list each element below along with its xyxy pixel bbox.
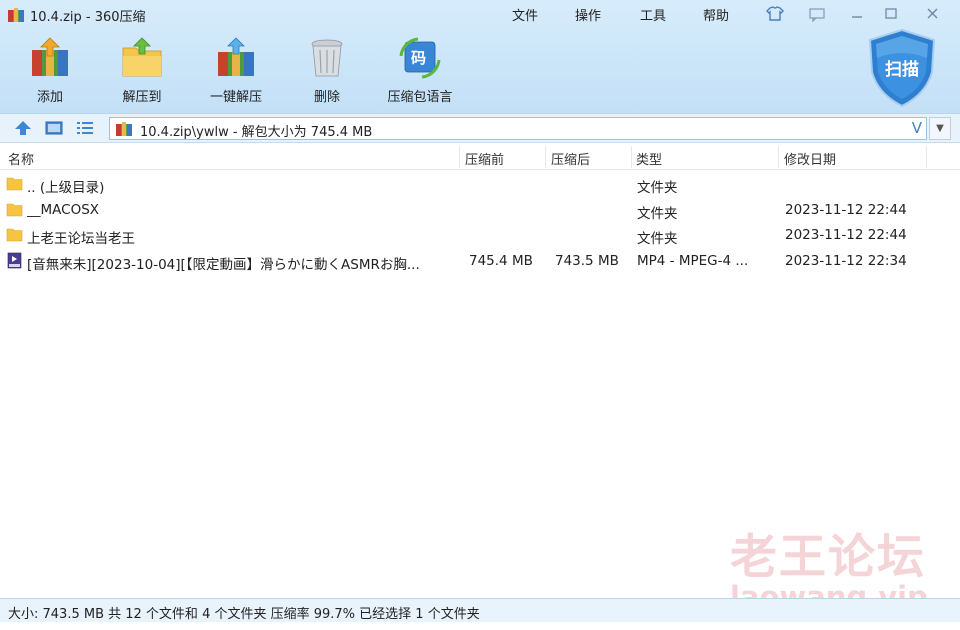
- file-compressed: 745.4 MB: [469, 252, 533, 269]
- extract-to-icon: [122, 37, 162, 77]
- archive-language-badge: 码: [411, 49, 427, 67]
- file-row[interactable]: .. (上级目录) 文件夹: [0, 171, 960, 197]
- delete-label: 删除: [313, 90, 340, 105]
- file-list: .. (上级目录) 文件夹 __MACOSX 文件夹 2023-11-12 22…: [0, 171, 960, 273]
- extract-to-button[interactable]: 解压到: [107, 36, 177, 106]
- folder-icon: [6, 177, 23, 191]
- column-compressed[interactable]: 压缩前: [465, 149, 504, 168]
- skin-shirt-icon[interactable]: [764, 4, 786, 24]
- close-icon[interactable]: [922, 4, 944, 24]
- watermark-title: 老王论坛: [730, 530, 926, 585]
- address-row: 10.4.zip\ywlw - 解包大小为 745.4 MB V ▼: [0, 113, 960, 143]
- status-bar: 大小: 743.5 MB 共 12 个文件和 4 个文件夹 压缩率 99.7% …: [0, 598, 960, 622]
- archive-path-icon: [116, 122, 132, 136]
- mp4-file-icon: [7, 252, 22, 268]
- archive-app-icon: [8, 8, 24, 22]
- column-divider[interactable]: [545, 146, 546, 168]
- thumbnail-view-icon[interactable]: [44, 119, 64, 137]
- title-bar: 10.4.zip - 360压缩 文件 操作 工具 帮助: [0, 0, 960, 30]
- file-type: MP4 - MPEG-4 ...: [637, 252, 749, 269]
- address-history-toggle[interactable]: V: [912, 119, 922, 137]
- folder-icon: [6, 228, 23, 242]
- file-row[interactable]: [音無来未][2023-10-04][【限定動画】滑らかに動くASMRお胸...…: [0, 248, 960, 274]
- menu-file[interactable]: 文件: [512, 5, 538, 24]
- file-name: .. (上级目录): [27, 180, 105, 196]
- extract-to-label: 解压到: [122, 90, 162, 105]
- column-modified[interactable]: 修改日期: [784, 149, 836, 168]
- up-arrow-icon[interactable]: [13, 119, 33, 137]
- file-modified: 2023-11-12 22:34: [785, 252, 907, 269]
- archive-language-label: 压缩包语言: [387, 90, 453, 105]
- one-click-extract-button[interactable]: 一键解压: [199, 36, 273, 106]
- column-type[interactable]: 类型: [636, 149, 662, 168]
- scan-label: 扫描: [885, 60, 919, 80]
- file-modified: 2023-11-12 22:44: [785, 227, 907, 243]
- delete-trash-icon: [311, 39, 343, 77]
- one-click-extract-label: 一键解压: [209, 90, 262, 105]
- file-name: __MACOSX: [27, 201, 100, 218]
- column-divider[interactable]: [631, 146, 632, 168]
- file-name: 上老王论坛当老王: [27, 231, 135, 247]
- file-type: 文件夹: [637, 231, 678, 247]
- address-bar[interactable]: 10.4.zip\ywlw - 解包大小为 745.4 MB V: [109, 117, 927, 140]
- window-title: 10.4.zip - 360压缩: [30, 10, 146, 25]
- delete-button[interactable]: 删除: [298, 36, 356, 106]
- address-dropdown-button[interactable]: ▼: [929, 117, 951, 140]
- scan-button[interactable]: 扫描: [866, 28, 938, 108]
- one-click-extract-icon: [218, 37, 254, 76]
- file-modified: 2023-11-12 22:44: [785, 201, 907, 218]
- column-divider[interactable]: [926, 146, 927, 168]
- minimize-icon[interactable]: [846, 4, 868, 24]
- add-archive-icon: [32, 37, 68, 76]
- menu-tools[interactable]: 工具: [640, 5, 666, 24]
- menu-help[interactable]: 帮助: [703, 5, 729, 24]
- file-row[interactable]: 上老王论坛当老王 文件夹 2023-11-12 22:44: [0, 222, 960, 248]
- column-header-row: 名称 压缩前 压缩后 类型 修改日期: [0, 144, 960, 170]
- column-divider[interactable]: [778, 146, 779, 168]
- file-type: 文件夹: [637, 205, 678, 222]
- maximize-icon[interactable]: [880, 4, 902, 24]
- archive-language-button[interactable]: 码 压缩包语言: [380, 36, 460, 106]
- feedback-icon[interactable]: [806, 4, 828, 24]
- column-divider[interactable]: [459, 146, 460, 168]
- add-button[interactable]: 添加: [20, 36, 80, 106]
- list-view-icon[interactable]: [75, 119, 95, 137]
- column-size[interactable]: 压缩后: [551, 149, 590, 168]
- folder-icon: [6, 203, 23, 216]
- add-label: 添加: [36, 90, 63, 105]
- address-path: 10.4.zip\ywlw - 解包大小为 745.4 MB: [140, 125, 373, 140]
- file-name: [音無来未][2023-10-04][【限定動画】滑らかに動くASMRお胸...: [27, 256, 420, 273]
- status-text: 大小: 743.5 MB 共 12 个文件和 4 个文件夹 压缩率 99.7% …: [8, 607, 480, 622]
- column-name[interactable]: 名称: [8, 149, 34, 168]
- file-row[interactable]: __MACOSX 文件夹 2023-11-12 22:44: [0, 197, 960, 223]
- file-type: 文件夹: [637, 180, 678, 196]
- window-header: 10.4.zip - 360压缩 文件 操作 工具 帮助 添加 解压到 一键解压…: [0, 0, 960, 113]
- archive-window: 10.4.zip - 360压缩 文件 操作 工具 帮助 添加 解压到 一键解压…: [0, 0, 960, 630]
- menu-operate[interactable]: 操作: [575, 5, 601, 24]
- chevron-down-icon: ▼: [936, 123, 944, 134]
- file-size: 743.5 MB: [555, 252, 619, 269]
